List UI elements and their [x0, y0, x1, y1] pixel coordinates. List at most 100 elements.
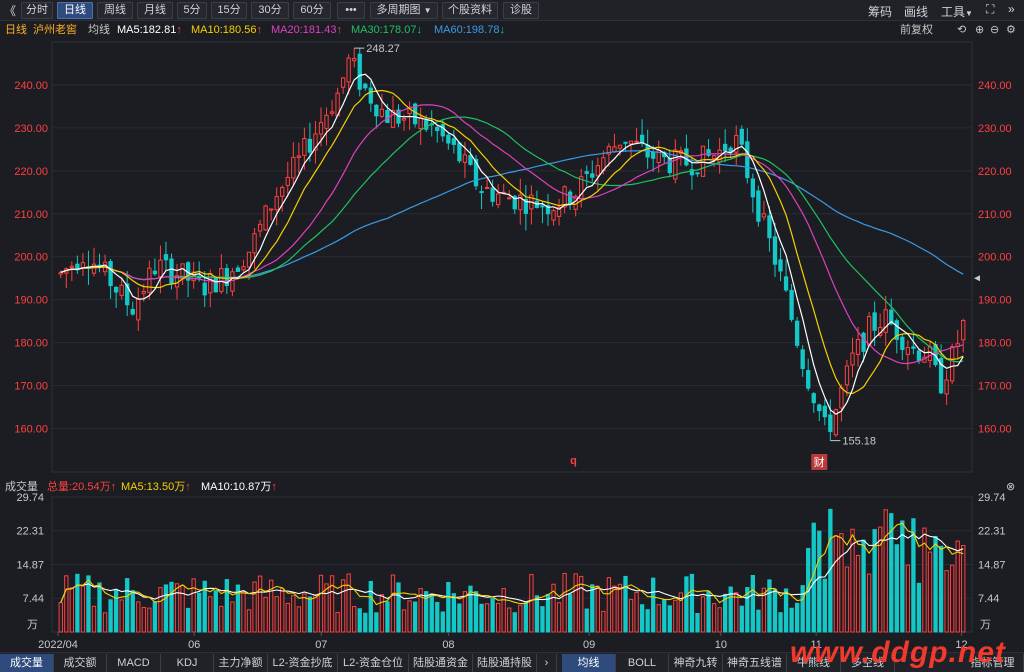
candle-body [700, 145, 706, 177]
tab-ma[interactable]: 均线 [562, 654, 616, 672]
candle-body [722, 143, 728, 152]
volume-bar [80, 585, 86, 633]
tab-l2-position[interactable]: L2-资金仓位 [338, 654, 409, 672]
volume-bar [158, 587, 163, 633]
volume-bar [938, 545, 944, 633]
candle-body [872, 312, 877, 331]
candle-body [584, 171, 589, 174]
volume-bar [91, 605, 97, 633]
volume-bar [125, 578, 130, 633]
volume-bar [241, 591, 246, 633]
candle-body [750, 178, 756, 198]
candle-body [368, 87, 373, 104]
volume-ma10: MA10:10.87万↑ [201, 481, 277, 493]
candle-body [318, 122, 324, 135]
volume-bar [933, 536, 938, 633]
y-tick-left: 220.00 [14, 166, 48, 178]
volume-bar [75, 573, 80, 633]
volume-bar [346, 573, 351, 633]
volume-bar [130, 590, 135, 633]
tab-volume[interactable]: 成交量 [0, 654, 54, 672]
volume-bar [794, 602, 800, 633]
volume-bar [257, 575, 263, 633]
candle-body [822, 405, 827, 418]
candle-body [490, 187, 495, 202]
tab-five-lines[interactable]: 神奇五线谱 [723, 654, 787, 672]
candle-body [158, 259, 163, 278]
tab-kdj[interactable]: KDJ [161, 654, 214, 672]
volume-bar [651, 577, 656, 633]
volume-bar [451, 593, 457, 633]
candle-body [612, 146, 617, 153]
volume-bar [833, 535, 839, 633]
candle-body [667, 157, 672, 174]
tab-turnover[interactable]: 成交额 [54, 654, 107, 672]
volume-bar [374, 612, 379, 633]
close-icon[interactable]: ⊗ [1006, 479, 1015, 496]
volume-bar [352, 606, 357, 633]
candle-body [828, 414, 833, 432]
candle-body [850, 352, 855, 366]
candle-body [385, 109, 390, 124]
volume-bar [435, 601, 440, 633]
x-tick-label: 08 [442, 639, 454, 651]
candle-body [783, 276, 789, 291]
candle-body [811, 393, 816, 404]
volume-bar [147, 607, 152, 633]
volume-bar [623, 575, 628, 633]
candle-body [806, 370, 811, 389]
y-tick-right: 170.00 [978, 381, 1012, 393]
candle-body [634, 140, 639, 143]
candle-body [916, 350, 922, 362]
candle-body [711, 155, 717, 160]
volume-bar [313, 594, 318, 633]
tab-macd[interactable]: MACD [107, 654, 161, 672]
candle-body [202, 282, 207, 296]
volume-bar [800, 585, 805, 633]
candle-body [756, 190, 761, 222]
candle-body [268, 208, 274, 211]
volume-bar [501, 588, 506, 633]
volume-bar [490, 598, 495, 633]
volume-bar [628, 599, 634, 633]
chevron-right-icon[interactable]: › [537, 654, 557, 672]
volume-bar [163, 584, 169, 633]
y-tick-left: 240.00 [14, 80, 48, 92]
y-tick-left: 210.00 [14, 209, 48, 221]
y-tick-left: 200.00 [14, 252, 48, 264]
candle-body [567, 191, 573, 205]
volume-bar [185, 607, 191, 633]
kline-chart[interactable]: 240.00 240.00 230.00 230.00 220.00 220.00 210.… [0, 0, 1024, 652]
candle-body [639, 134, 645, 144]
volume-bar [961, 545, 966, 633]
volume-bar [69, 587, 75, 633]
tab-northbound-flow[interactable]: 陆股通资金 [409, 654, 473, 672]
price-pointer-icon [974, 275, 980, 282]
candle-body [817, 404, 822, 412]
volume-bar [479, 603, 484, 633]
volume-bar [302, 593, 307, 633]
candle-body [280, 186, 285, 197]
candle-body [296, 155, 302, 158]
candle-body [479, 191, 484, 194]
candle-body [329, 111, 335, 114]
candle-body [944, 379, 949, 395]
candle-body [285, 176, 290, 186]
volume-bar [861, 539, 866, 633]
volume-bar [534, 595, 540, 633]
tab-td9[interactable]: 神奇九转 [669, 654, 723, 672]
candle-body [794, 320, 800, 346]
tab-main-net[interactable]: 主力净额 [214, 654, 268, 672]
candle-body [839, 387, 844, 409]
tab-northbound-hold[interactable]: 陆股通持股 [473, 654, 537, 672]
candle-body [58, 271, 63, 275]
tab-boll[interactable]: BOLL [616, 654, 669, 672]
volume-tick-left: 7.44 [23, 593, 44, 605]
tab-l2-bottom[interactable]: L2-资金抄底 [268, 654, 338, 672]
candle-body [905, 347, 911, 355]
y-tick-left: 180.00 [14, 338, 48, 350]
candle-body [739, 128, 744, 145]
candle-body [346, 57, 351, 83]
candle-body [484, 187, 490, 190]
candle-body [152, 270, 158, 275]
